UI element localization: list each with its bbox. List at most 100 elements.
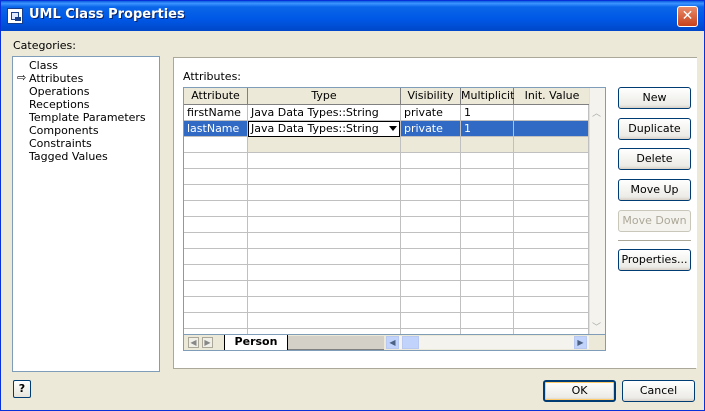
empty-row (184, 281, 589, 297)
empty-cell (514, 201, 589, 217)
category-tagged-values[interactable]: Tagged Values (29, 150, 108, 163)
attributes-label: Attributes: (183, 70, 242, 83)
category-operations[interactable]: Operations (29, 85, 89, 98)
cell-attribute[interactable]: firstName (184, 105, 248, 121)
cell-multiplicity[interactable]: 1 (461, 105, 514, 121)
empty-cell (184, 233, 248, 249)
category-template-parameters[interactable]: Template Parameters (29, 111, 146, 124)
scroll-left-icon[interactable]: ◀ (386, 336, 399, 349)
empty-cell (461, 281, 514, 297)
empty-cell (184, 153, 248, 169)
scroll-down-icon[interactable]: ﹀ (592, 320, 601, 333)
duplicate-button[interactable]: Duplicate (618, 118, 691, 140)
empty-cell (461, 137, 514, 153)
empty-cell (401, 297, 461, 313)
empty-row (184, 313, 589, 329)
dropdown-arrow-icon[interactable] (389, 126, 397, 131)
category-components[interactable]: Components (29, 124, 99, 137)
empty-cell (184, 249, 248, 265)
empty-cell (401, 153, 461, 169)
cell-visibility[interactable]: private (401, 121, 461, 137)
table-row-selected[interactable]: lastName Java Data Types::String private… (184, 121, 589, 137)
empty-cell (248, 313, 401, 329)
move-down-button[interactable]: Move Down (618, 210, 691, 232)
help-button[interactable]: ? (13, 380, 31, 398)
empty-cell (401, 281, 461, 297)
delete-button[interactable]: Delete (618, 148, 691, 170)
attributes-grid[interactable]: Attribute Type Visibility Multiplicity I… (183, 87, 606, 351)
scroll-thumb[interactable] (402, 336, 419, 349)
empty-row (184, 233, 589, 249)
empty-cell (461, 153, 514, 169)
tab-area (288, 336, 384, 350)
button-separator (618, 240, 691, 241)
empty-cell (248, 185, 401, 201)
scroll-up-icon[interactable]: ︿ (592, 106, 601, 119)
scroll-right-icon[interactable]: ▶ (574, 336, 587, 349)
tab-next-icon[interactable]: ▶ (202, 337, 213, 348)
categories-label: Categories: (13, 39, 76, 52)
empty-cell (184, 297, 248, 313)
empty-cell (514, 281, 589, 297)
cancel-button[interactable]: Cancel (622, 380, 695, 402)
empty-row (184, 153, 589, 169)
empty-row (184, 201, 589, 217)
close-button[interactable]: ✕ (677, 6, 698, 27)
move-up-button[interactable]: Move Up (618, 179, 691, 201)
sheet-tab-bar: ◀ ▶ Person ◀ ▶ (184, 334, 605, 350)
empty-cell (401, 201, 461, 217)
type-dropdown[interactable]: Java Data Types::String (248, 121, 400, 137)
uml-app-icon (7, 8, 23, 24)
empty-cell (248, 201, 401, 217)
empty-cell (184, 185, 248, 201)
horizontal-scrollbar[interactable]: ◀ ▶ (386, 336, 589, 349)
empty-cell (461, 169, 514, 185)
empty-cell (401, 313, 461, 329)
cell-type[interactable]: Java Data Types::String (248, 105, 401, 121)
title-bar[interactable]: UML Class Properties ✕ (1, 1, 704, 31)
empty-cell (248, 265, 401, 281)
cell-attribute[interactable]: lastName (184, 121, 248, 137)
empty-cell (401, 185, 461, 201)
empty-cell (461, 185, 514, 201)
category-class[interactable]: Class (29, 59, 58, 72)
category-constraints[interactable]: Constraints (29, 137, 92, 150)
category-attributes[interactable]: Attributes (29, 72, 83, 85)
empty-cell (514, 233, 589, 249)
empty-cell (184, 265, 248, 281)
empty-cell (401, 249, 461, 265)
cell-init-value[interactable] (514, 121, 589, 137)
help-icon: ? (18, 382, 26, 395)
empty-cell (248, 233, 401, 249)
type-dropdown-value: Java Data Types::String (251, 122, 379, 135)
empty-cell (248, 217, 401, 233)
column-header-attribute[interactable]: Attribute (184, 88, 248, 105)
cell-visibility[interactable]: private (401, 105, 461, 121)
properties-button[interactable]: Properties... (618, 249, 691, 271)
empty-cell (514, 249, 589, 265)
new-button[interactable]: New (618, 87, 691, 109)
cell-init-value[interactable] (514, 105, 589, 121)
column-header-multiplicity[interactable]: Multiplicity (461, 88, 521, 105)
new-row[interactable] (184, 137, 589, 153)
column-header-init-value[interactable]: Init. Value (514, 88, 591, 105)
empty-cell (514, 217, 589, 233)
empty-cell (184, 169, 248, 185)
empty-cell (461, 217, 514, 233)
empty-cell (401, 169, 461, 185)
empty-cell (514, 137, 589, 153)
cell-multiplicity[interactable]: 1 (461, 121, 514, 137)
sheet-tab-person[interactable]: Person (224, 335, 288, 350)
empty-cell (461, 265, 514, 281)
column-header-visibility[interactable]: Visibility (401, 88, 461, 105)
table-row[interactable]: firstName Java Data Types::String privat… (184, 105, 589, 121)
category-receptions[interactable]: Receptions (29, 98, 90, 111)
column-header-type[interactable]: Type (248, 88, 401, 105)
tab-prev-icon[interactable]: ◀ (188, 337, 199, 348)
empty-row (184, 249, 589, 265)
vertical-scrollbar[interactable]: ︿ ﹀ (589, 88, 605, 334)
empty-cell (248, 297, 401, 313)
empty-cell (461, 201, 514, 217)
ok-button[interactable]: OK (543, 380, 616, 402)
selected-arrow-icon: ⇨ (17, 71, 27, 84)
